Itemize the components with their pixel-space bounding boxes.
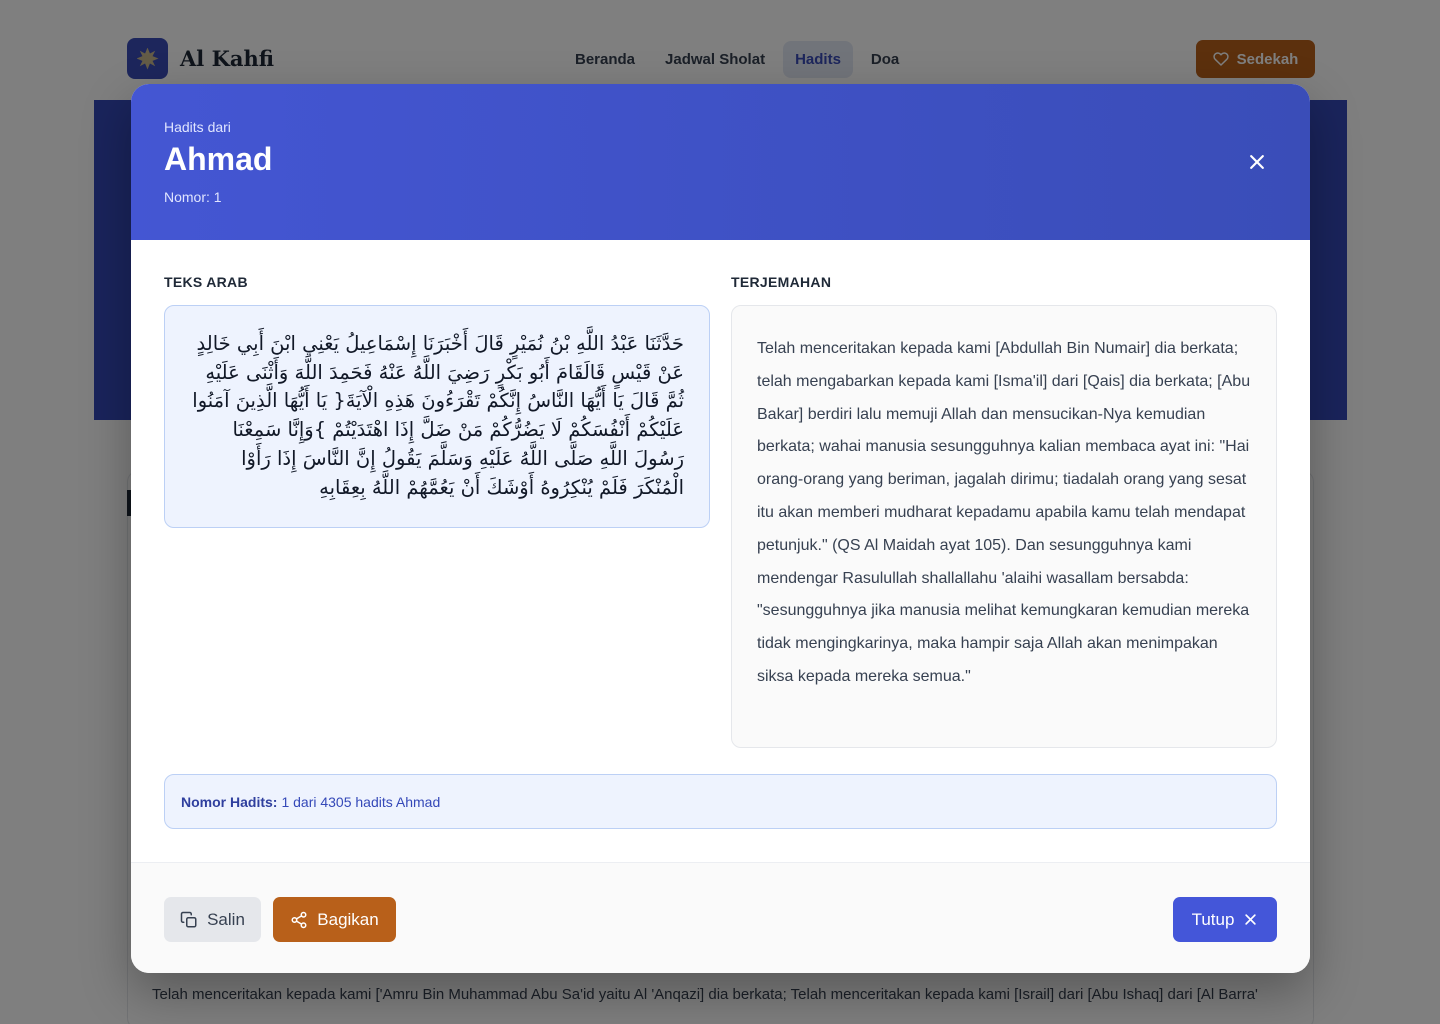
arabic-text: حَدَّثَنَا عَبْدُ اللَّهِ بْنُ نُمَيْرٍ …: [164, 305, 710, 528]
share-icon: [291, 911, 307, 928]
copy-icon: [180, 911, 197, 927]
close-icon[interactable]: [1241, 146, 1273, 178]
close-label: Tutup: [1191, 909, 1235, 929]
copy-button[interactable]: Salin: [164, 897, 261, 942]
modal-title: Ahmad: [164, 141, 273, 177]
hadith-modal: Hadits dari Ahmad Nomor: 1 TEKS ARAB حَد…: [131, 84, 1310, 973]
modal-number: Nomor: 1: [164, 189, 222, 205]
close-x-icon: [1245, 914, 1257, 925]
translation-text: Telah menceritakan kepada kami [Abdullah…: [731, 305, 1277, 748]
share-button[interactable]: Bagikan: [273, 897, 396, 942]
modal-footer: Salin Bagikan Tutup: [131, 862, 1310, 973]
close-button[interactable]: Tutup: [1173, 897, 1277, 942]
hadith-number-label: Nomor Hadits:: [181, 793, 278, 810]
modal-kicker: Hadits dari: [164, 119, 231, 135]
share-label: Bagikan: [317, 909, 379, 929]
translation-label: TERJEMAHAN: [731, 274, 832, 290]
modal-header: Hadits dari Ahmad Nomor: 1: [131, 84, 1310, 240]
hadith-number-info: Nomor Hadits: 1 dari 4305 hadits Ahmad: [164, 774, 1277, 829]
copy-label: Salin: [207, 909, 245, 929]
hadith-number-value: 1 dari 4305 hadits Ahmad: [281, 793, 441, 810]
arabic-text-label: TEKS ARAB: [164, 274, 248, 290]
